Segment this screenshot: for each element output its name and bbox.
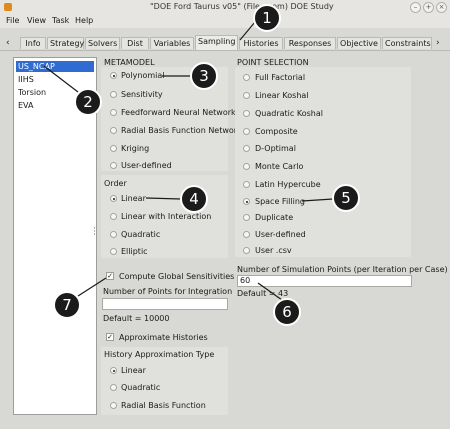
leader-2 (43, 65, 79, 93)
leader-1 (239, 21, 256, 41)
leader-4 (145, 197, 182, 200)
callout-4: 4 (180, 185, 208, 213)
callout-1: 1 (253, 4, 281, 32)
callout-2: 2 (74, 88, 102, 116)
leader-5 (301, 198, 334, 202)
callout-6: 6 (273, 298, 301, 326)
callout-7: 7 (53, 291, 81, 319)
leader-7 (77, 277, 107, 297)
callout-5: 5 (332, 184, 360, 212)
callout-leaders (43, 21, 334, 301)
leader-6 (257, 282, 283, 301)
callout-3: 3 (190, 62, 218, 90)
